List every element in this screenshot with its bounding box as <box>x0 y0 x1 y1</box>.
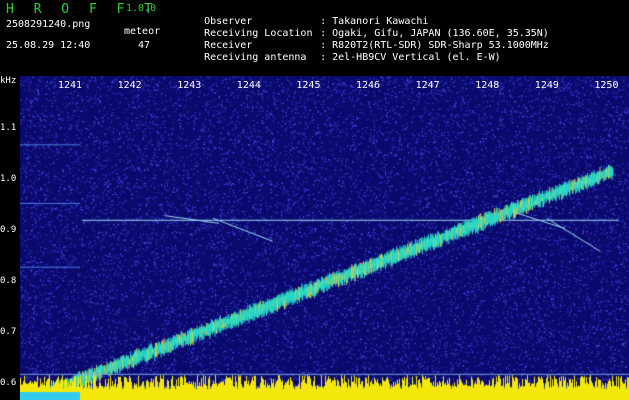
app-version: 1.0.0 <box>126 3 157 14</box>
spectrogram-canvas <box>20 76 629 400</box>
x-tick-label: 1243 <box>177 80 202 91</box>
x-tick-label: 1242 <box>117 80 142 91</box>
y-tick-label: 0.9 <box>0 225 17 235</box>
x-tick-label: 1249 <box>534 80 559 91</box>
header-panel: H R O F F T 1.0.0 2508291240.png 25.08.2… <box>0 0 629 76</box>
meteor-label: meteor <box>124 26 161 37</box>
meteor-count: 47 <box>138 40 151 51</box>
y-tick-label: 1.0 <box>0 174 17 184</box>
x-tick-label: 1248 <box>475 80 500 91</box>
spectrogram-plot <box>20 76 629 400</box>
x-tick-label: 1250 <box>594 80 619 91</box>
x-tick-label: 1244 <box>236 80 261 91</box>
meta-separator: : <box>320 52 327 63</box>
y-tick-label: 0.7 <box>0 327 17 337</box>
file-datetime: 25.08.29 12:40 <box>6 40 91 51</box>
x-tick-label: 1247 <box>415 80 440 91</box>
meta-value-antenna: 2el-HB9CV Vertical (el. E-W) <box>332 52 501 63</box>
y-axis-unit: kHz <box>0 76 17 86</box>
x-tick-label: 1241 <box>58 80 83 91</box>
file-name: 2508291240.png <box>6 19 91 30</box>
meta-row-antenna: Receiving antenna:2el-HB9CV Vertical (el… <box>180 40 501 76</box>
y-tick-label: 0.8 <box>0 276 17 286</box>
y-tick-label: 0.6 <box>0 378 17 388</box>
x-tick-label: 1246 <box>356 80 381 91</box>
y-tick-label: 1.1 <box>0 123 17 133</box>
x-tick-label: 1245 <box>296 80 321 91</box>
meta-label-antenna: Receiving antenna <box>204 52 307 63</box>
